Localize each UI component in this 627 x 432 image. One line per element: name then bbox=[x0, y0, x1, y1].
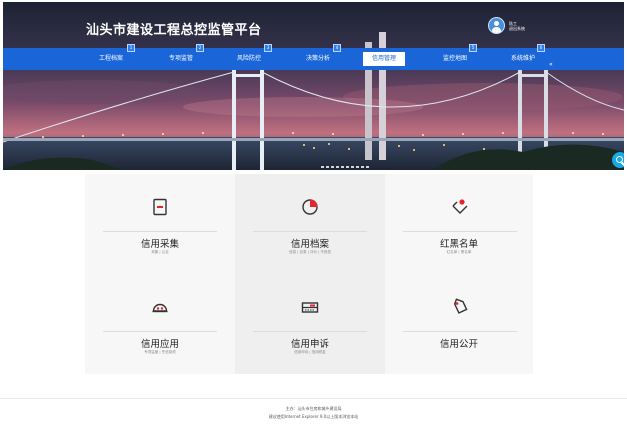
tile-subtitle: 信用申诉 | 信用修复 bbox=[294, 350, 326, 354]
tile-subtitle: 红名单 | 黑名单 bbox=[446, 250, 472, 254]
tile-title: 信用申诉 bbox=[290, 339, 329, 350]
nav-badge: 1 bbox=[127, 44, 135, 52]
price-tag-icon bbox=[453, 298, 468, 314]
tile-subtitle: 信息 | 目录 | 评价 | 不良档 bbox=[289, 250, 331, 254]
tile-credit-appeal[interactable]: 信用申诉 信用申诉 | 信用修复 bbox=[235, 274, 385, 374]
tile-credit-application[interactable]: 信用应用 专项监管 | 失信惩戒 bbox=[85, 274, 235, 374]
main-nav: 工程档案 专项监管 风险防控 决策分析 信用管理 监控地图 系统维护 bbox=[3, 48, 624, 70]
banner: 汕头市建设工程总控监管平台 陆工 退出系统 工程档案 专项监管 风险防控 决策分… bbox=[3, 2, 624, 170]
nav-badge: 5 bbox=[469, 44, 477, 52]
nav-item-credit-management[interactable]: 信用管理 bbox=[363, 52, 405, 66]
site-title: 汕头市建设工程总控监管平台 bbox=[86, 23, 262, 38]
pie-chart-icon bbox=[302, 199, 318, 215]
footer-organizer: 主办：汕头市住房和城乡建设局 bbox=[285, 406, 342, 411]
nav-badge: 3 bbox=[264, 44, 272, 52]
tile-title: 红黑名单 bbox=[439, 239, 478, 250]
search-icon[interactable] bbox=[612, 152, 624, 168]
nav-badge: 4 bbox=[333, 44, 341, 52]
document-icon bbox=[153, 198, 167, 216]
module-grid: 信用采集 采集 | 认定 信用档案 信息 | 目录 | 评价 | 不良档 红黑名… bbox=[85, 174, 533, 374]
tile-subtitle: 专项监管 | 失信惩戒 bbox=[144, 350, 176, 354]
tile-subtitle: 采集 | 认定 bbox=[151, 250, 169, 254]
tile-credit-archive[interactable]: 信用档案 信息 | 目录 | 评价 | 不良档 bbox=[235, 174, 385, 274]
helmet-icon bbox=[152, 303, 168, 313]
ticket-icon bbox=[301, 302, 319, 313]
tile-title: 信用采集 bbox=[140, 239, 179, 250]
diamond-tag-icon bbox=[452, 199, 468, 214]
nav-badge: 2 bbox=[196, 44, 204, 52]
user-panel[interactable]: 陆工 退出系统 bbox=[488, 17, 525, 34]
tile-title: 信用公开 bbox=[439, 339, 478, 350]
tile-credit-collection[interactable]: 信用采集 采集 | 认定 bbox=[85, 174, 235, 274]
carousel-dots[interactable] bbox=[321, 166, 371, 168]
tile-title: 信用应用 bbox=[140, 339, 179, 350]
tile-credit-disclosure[interactable]: 信用公开 bbox=[385, 274, 533, 374]
tile-red-black-list[interactable]: 红黑名单 红名单 | 黑名单 bbox=[385, 174, 533, 274]
tile-title: 信用档案 bbox=[290, 239, 329, 250]
logout-link[interactable]: 退出系统 bbox=[509, 26, 525, 31]
collapse-chevron-icon[interactable]: « bbox=[549, 61, 553, 68]
footer-divider bbox=[0, 398, 627, 399]
nav-badge: 6 bbox=[537, 44, 545, 52]
footer-browser-note: 建议使用Internet Explorer 9.0以上版本浏览本站 bbox=[268, 414, 359, 419]
user-avatar-icon[interactable] bbox=[488, 17, 505, 34]
